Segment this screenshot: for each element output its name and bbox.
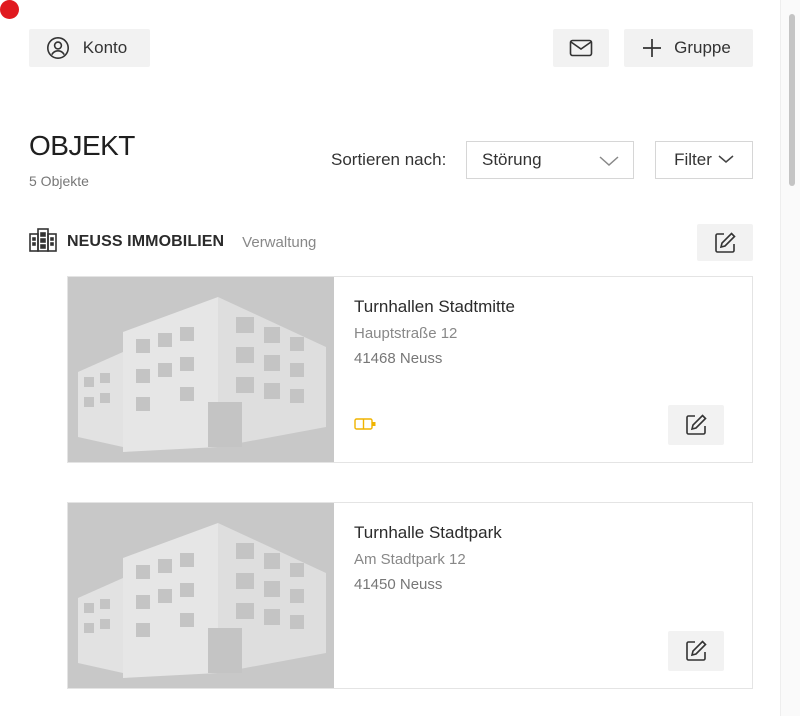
- object-count: 5 Objekte: [29, 173, 89, 189]
- object-street: Am Stadtpark 12: [354, 551, 466, 568]
- account-button[interactable]: Konto: [29, 29, 150, 67]
- group-header: NEUSS IMMOBILIEN Verwaltung: [29, 227, 317, 257]
- notification-dot: [0, 0, 19, 19]
- filter-label: Filter: [674, 150, 712, 169]
- edit-icon: [684, 413, 708, 437]
- mail-icon: [569, 39, 593, 57]
- group-role: Verwaltung: [242, 233, 317, 251]
- page-title: OBJEKT: [29, 130, 135, 161]
- edit-icon: [713, 231, 737, 255]
- object-card[interactable]: Turnhallen Stadtmitte Hauptstraße 12 414…: [67, 276, 753, 463]
- chevron-down-icon: [718, 150, 734, 170]
- mail-button[interactable]: [553, 29, 609, 67]
- add-group-button[interactable]: Gruppe: [624, 29, 753, 67]
- filter-button[interactable]: Filter: [655, 141, 753, 179]
- group-name: NEUSS IMMOBILIEN: [67, 233, 225, 250]
- building-image: [68, 277, 334, 462]
- object-street: Hauptstraße 12: [354, 325, 458, 342]
- sort-label: Sortieren nach:: [331, 150, 447, 169]
- user-circle-icon: [46, 36, 83, 60]
- object-name: Turnhalle Stadtpark: [354, 523, 502, 542]
- scrollbar-thumb[interactable]: [789, 14, 795, 186]
- edit-icon: [684, 639, 708, 663]
- edit-object-button[interactable]: [668, 405, 724, 445]
- edit-object-button[interactable]: [668, 631, 724, 671]
- add-group-label: Gruppe: [674, 38, 731, 57]
- building-icon: [29, 227, 57, 257]
- account-label: Konto: [82, 38, 128, 57]
- sort-select[interactable]: Störung: [466, 141, 634, 179]
- object-city: 41450 Neuss: [354, 576, 443, 593]
- edit-group-button[interactable]: [697, 224, 753, 261]
- object-name: Turnhallen Stadtmitte: [354, 297, 515, 316]
- chevron-down-icon: [599, 153, 619, 173]
- scrollbar[interactable]: [780, 0, 800, 716]
- sort-selected-value: Störung: [482, 150, 542, 169]
- plus-icon: [643, 38, 674, 58]
- battery-icon: [354, 417, 378, 436]
- object-city: 41468 Neuss: [354, 350, 443, 367]
- object-card[interactable]: Turnhalle Stadtpark Am Stadtpark 12 4145…: [67, 502, 753, 689]
- building-image: [68, 503, 334, 688]
